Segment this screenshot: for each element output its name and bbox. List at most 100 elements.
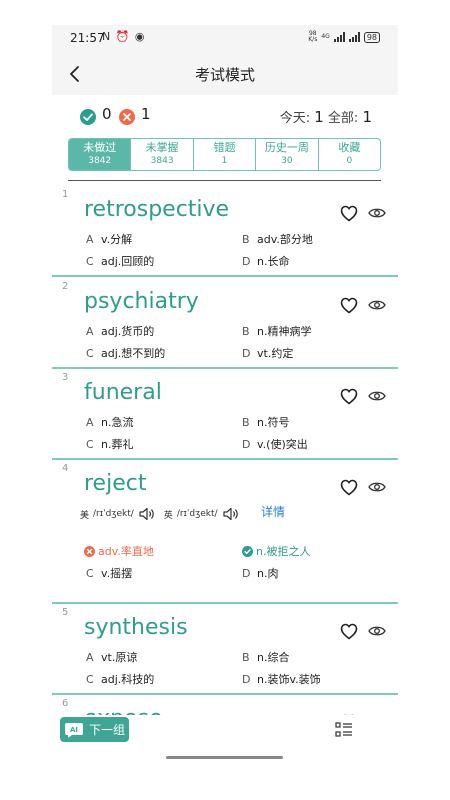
next-group-button[interactable]: AI 下一组 <box>60 717 129 742</box>
heart-icon[interactable] <box>340 623 358 640</box>
option-c[interactable]: Cv.摇摆 <box>86 565 132 581</box>
option-c[interactable]: Cadj.回顾的 <box>86 253 154 269</box>
tab-not-done[interactable]: 未做过 3842 <box>69 139 132 170</box>
option-b[interactable]: Bn.综合 <box>242 649 289 665</box>
option-letter: D <box>242 437 251 451</box>
word-card: 2 psychiatry Aadj.货币的 Bn.精神病学 Cadj.想不到的 … <box>52 277 398 367</box>
heart-icon[interactable] <box>340 479 358 496</box>
tab-label: 错题 <box>213 141 236 154</box>
home-indicator[interactable] <box>166 756 283 759</box>
option-letter: C <box>86 346 94 360</box>
heart-icon[interactable] <box>340 297 358 314</box>
detail-link[interactable]: 详情 <box>261 503 285 520</box>
wrong-count: 1 <box>141 105 151 123</box>
word-text: synthesis <box>84 615 188 640</box>
status-right: 98 K/s 4G 98 <box>308 31 380 43</box>
option-c[interactable]: Cadj.科技的 <box>86 671 154 687</box>
tab-wrong[interactable]: 错题 1 <box>194 139 257 170</box>
tab-count: 3843 <box>150 156 174 166</box>
option-letter: D <box>242 254 251 268</box>
network-type: 4G <box>321 33 330 40</box>
status-bar: 21:57 N ⏰ ◉ 98 K/s 4G 98 <box>52 25 398 53</box>
tab-count: 3842 <box>88 156 112 166</box>
speaker-icon-us[interactable] <box>138 507 156 521</box>
option-text: n.被拒之人 <box>256 545 311 558</box>
option-d[interactable]: Dv.(使)突出 <box>242 436 308 452</box>
tab-count: 0 <box>346 156 353 166</box>
phone-screen: 21:57 N ⏰ ◉ 98 K/s 4G 98 考试模式 0 1 今天: 1 … <box>0 0 450 800</box>
heart-icon[interactable] <box>340 205 358 222</box>
option-text: n.符号 <box>257 416 290 429</box>
phonetic-uk-label: 英 <box>163 510 173 521</box>
total-label: 全部: <box>327 111 359 126</box>
word-text: funeral <box>84 380 162 405</box>
word-list: 1 retrospective Av.分解 Badv.部分地 Cadj.回顾的 … <box>52 185 398 715</box>
option-text: n.综合 <box>257 651 290 664</box>
status-time: 21:57 <box>70 31 105 45</box>
word-card-answered: 4 reject 美 /rɪˈdʒekt/ 英 /rɪˈdʒekt/ 详情 ad… <box>52 459 398 602</box>
option-letter: B <box>242 324 250 338</box>
correct-count: 0 <box>102 105 112 123</box>
page-title: 考试模式 <box>194 66 255 84</box>
option-b[interactable]: Bn.符号 <box>242 414 289 430</box>
option-text: v.(使)突出 <box>257 438 308 451</box>
option-b-correct[interactable]: n.被拒之人 <box>242 543 310 559</box>
eye-icon[interactable] <box>368 207 386 219</box>
option-text: n.肉 <box>257 567 279 580</box>
ai-icon: AI <box>65 722 83 738</box>
option-d[interactable]: Dn.肉 <box>242 565 278 581</box>
card-index: 4 <box>62 463 69 474</box>
option-text: v.摇摆 <box>101 567 133 580</box>
option-d[interactable]: Dvt.约定 <box>242 345 293 361</box>
option-letter: B <box>242 650 250 664</box>
option-b[interactable]: Badv.部分地 <box>242 231 313 247</box>
phonetics-row: 美 /rɪˈdʒekt/ 英 /rɪˈdʒekt/ <box>80 507 240 521</box>
option-text: n.急流 <box>101 416 134 429</box>
list-view-icon[interactable] <box>335 722 353 737</box>
title-bar: 考试模式 <box>52 53 398 95</box>
option-letter: A <box>86 415 94 429</box>
option-a[interactable]: Av.分解 <box>86 231 132 247</box>
option-c[interactable]: Cadj.想不到的 <box>86 345 165 361</box>
option-d[interactable]: Dn.长命 <box>242 253 289 269</box>
tab-history-week[interactable]: 历史一周 30 <box>256 139 319 170</box>
option-a[interactable]: Avt.原谅 <box>86 649 137 665</box>
eye-icon[interactable] <box>368 481 386 493</box>
option-a-wrong[interactable]: adv.率直地 <box>84 543 154 559</box>
app-frame: 21:57 N ⏰ ◉ 98 K/s 4G 98 考试模式 0 1 今天: 1 … <box>52 25 398 770</box>
option-a[interactable]: An.急流 <box>86 414 133 430</box>
option-a[interactable]: Aadj.货币的 <box>86 323 154 339</box>
option-text: adj.科技的 <box>101 673 155 686</box>
option-d[interactable]: Dn.装饰v.装饰 <box>242 671 321 687</box>
option-letter: B <box>242 415 250 429</box>
option-text: adj.想不到的 <box>101 347 166 360</box>
status-notification-icons: N ⏰ ◉ <box>102 30 146 43</box>
signal-icon-2 <box>348 32 360 42</box>
option-letter: A <box>86 324 94 338</box>
option-text: n.葬礼 <box>101 438 134 451</box>
option-b[interactable]: Bn.精神病学 <box>242 323 311 339</box>
speaker-icon-uk[interactable] <box>222 507 240 521</box>
total-value: 1 <box>362 108 372 126</box>
option-letter: D <box>242 346 251 360</box>
eye-icon[interactable] <box>368 299 386 311</box>
next-group-label: 下一组 <box>89 723 126 737</box>
option-letter: C <box>86 437 94 451</box>
word-text: expose <box>84 706 163 715</box>
correct-check-icon <box>80 109 96 125</box>
option-text: adj.回顾的 <box>101 255 155 268</box>
today-value: 1 <box>314 108 324 126</box>
eye-icon[interactable] <box>368 625 386 637</box>
eye-icon[interactable] <box>368 390 386 402</box>
tab-favorites[interactable]: 收藏 0 <box>319 139 380 170</box>
word-card: 6 expose <box>52 694 398 715</box>
heart-icon[interactable] <box>340 388 358 405</box>
tab-not-mastered[interactable]: 未掌握 3843 <box>131 139 194 170</box>
card-index: 5 <box>62 607 69 618</box>
card-index: 1 <box>62 189 69 200</box>
word-card: 3 funeral An.急流 Bn.符号 Cn.葬礼 Dv.(使)突出 <box>52 368 398 458</box>
option-letter: C <box>86 672 94 686</box>
option-text: n.装饰v.装饰 <box>257 673 321 686</box>
correct-mark-icon <box>242 545 253 557</box>
option-c[interactable]: Cn.葬礼 <box>86 436 133 452</box>
